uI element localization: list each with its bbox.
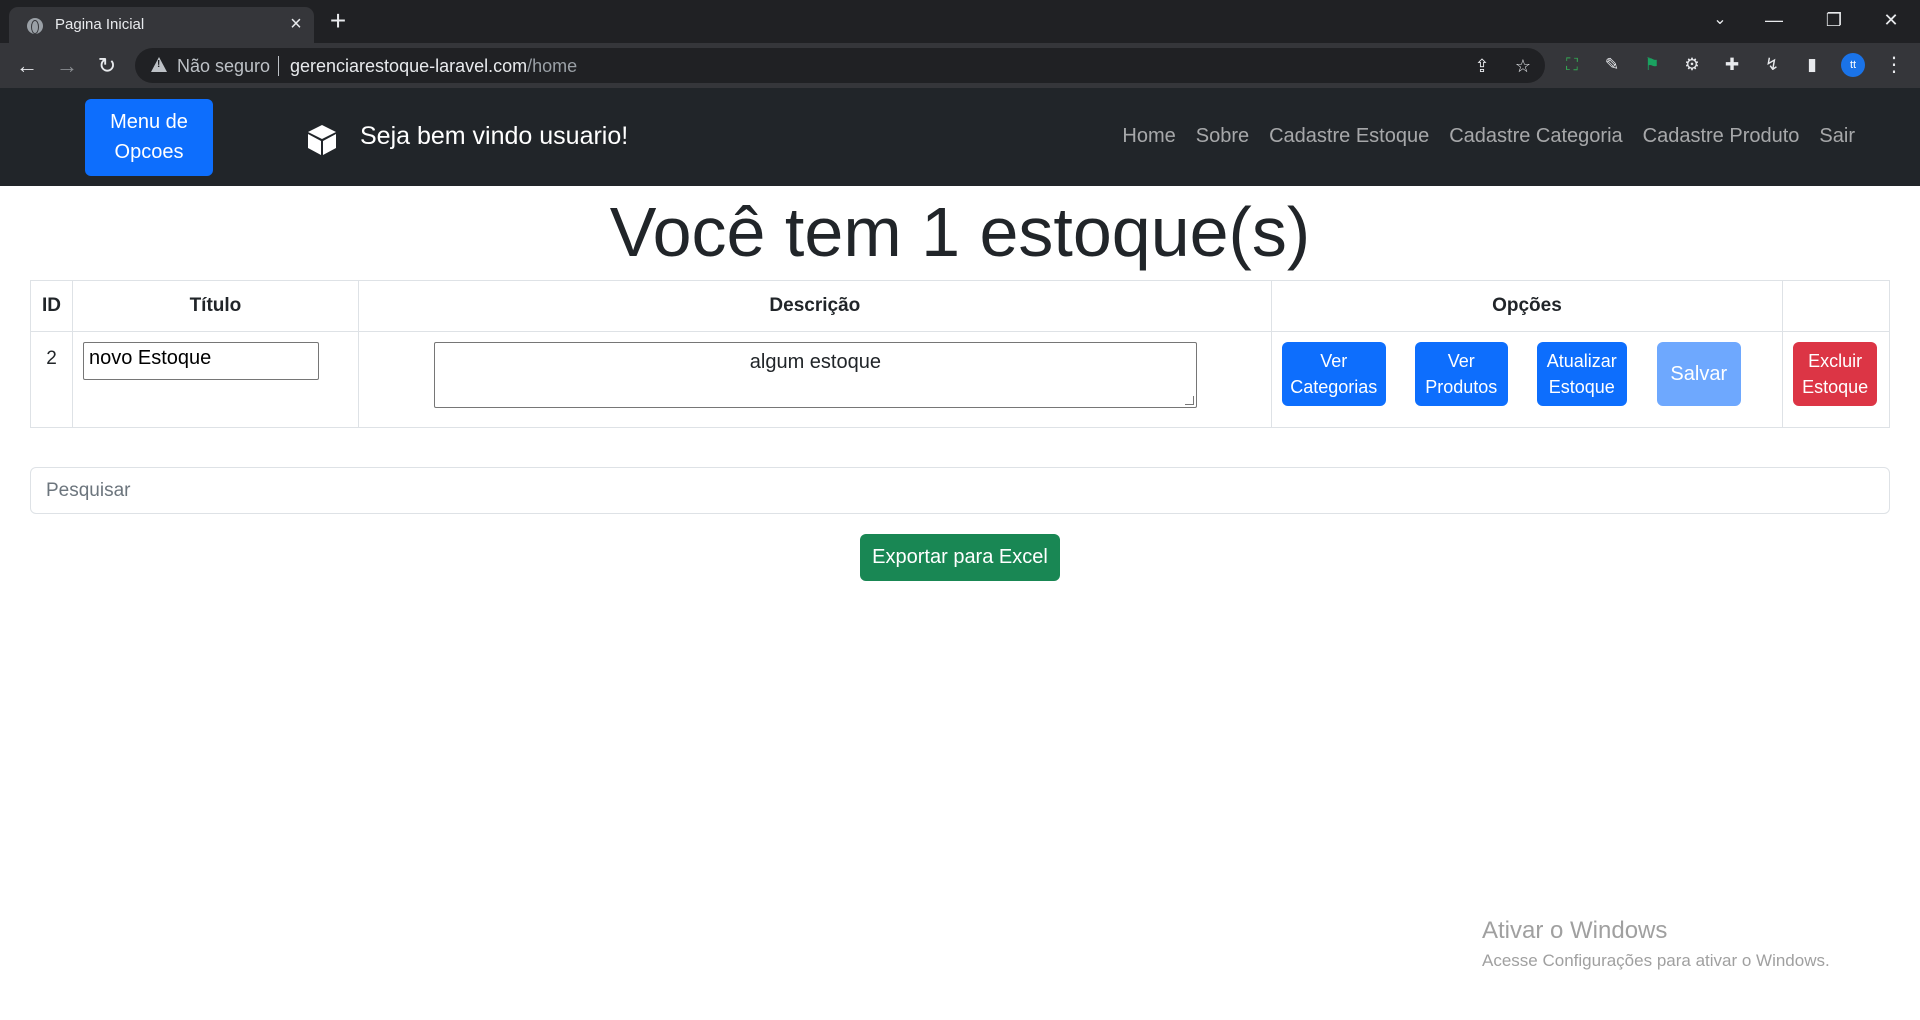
delete-stock-button[interactable]: Excluir Estoque — [1793, 342, 1878, 406]
cell-title: novo Estoque — [71, 331, 359, 428]
header-options: Opções — [1270, 280, 1784, 332]
stock-table: ID Título Descrição Opções 2 novo Estoqu… — [30, 280, 1890, 428]
cell-options: Ver Categorias Ver Produtos Atualizar Es… — [1270, 331, 1784, 428]
browser-toolbar: ← → ↻ Não seguro gerenciarestoque-larave… — [0, 43, 1920, 88]
search-input[interactable]: Pesquisar — [30, 467, 1890, 514]
url-path: /home — [527, 56, 578, 76]
sync-extension-icon[interactable]: ↯ — [1761, 54, 1783, 76]
nav-link-cadastre-categoria[interactable]: Cadastre Categoria — [1449, 125, 1622, 148]
header-title: Título — [71, 280, 359, 332]
browser-tab[interactable]: Pagina Inicial × — [9, 7, 314, 43]
screenshot-extension-icon[interactable]: ⛶ — [1561, 54, 1583, 76]
view-products-button[interactable]: Ver Produtos — [1414, 342, 1508, 406]
side-panel-icon[interactable]: ▮ — [1801, 54, 1823, 76]
page-title: Você tem 1 estoque(s) — [609, 193, 1311, 271]
nav-links: Home Sobre Cadastre Estoque Cadastre Cat… — [1122, 125, 1855, 148]
box-icon — [308, 125, 336, 155]
pen-extension-icon[interactable]: ✎ — [1601, 54, 1623, 76]
windows-watermark-subtitle: Acesse Configurações para ativar o Windo… — [1482, 951, 1830, 970]
nav-link-sair[interactable]: Sair — [1819, 125, 1855, 148]
tab-search-icon[interactable]: ⌄ — [1700, 4, 1740, 36]
windows-watermark-title: Ativar o Windows — [1482, 917, 1668, 944]
header-id: ID — [30, 280, 73, 332]
minimize-button[interactable]: — — [1754, 4, 1794, 36]
title-input[interactable]: novo Estoque — [82, 342, 319, 380]
close-window-button[interactable]: ✕ — [1871, 4, 1911, 36]
gear-extension-icon[interactable]: ⚙ — [1681, 54, 1703, 76]
update-stock-button[interactable]: Atualizar Estoque — [1536, 342, 1627, 406]
tab-title: Pagina Inicial — [55, 16, 145, 33]
menu-options-button[interactable]: Menu de Opcoes — [85, 99, 213, 176]
header-empty — [1782, 280, 1890, 332]
share-icon[interactable]: ⇪ — [1471, 55, 1493, 77]
kebab-menu-icon[interactable]: ⋮ — [1883, 54, 1905, 76]
warning-icon — [151, 57, 167, 72]
welcome-text: Seja bem vindo usuario! — [360, 122, 629, 150]
save-button[interactable]: Salvar — [1656, 342, 1741, 406]
globe-icon — [27, 18, 43, 34]
cell-delete: Excluir Estoque — [1782, 331, 1890, 428]
cell-id: 2 — [30, 331, 73, 428]
description-textarea[interactable]: algum estoque — [433, 342, 1197, 408]
security-label[interactable]: Não seguro — [177, 56, 270, 77]
reload-button[interactable]: ↻ — [92, 51, 122, 81]
bookmark-star-icon[interactable]: ☆ — [1512, 55, 1534, 77]
nav-link-cadastre-produto[interactable]: Cadastre Produto — [1643, 125, 1800, 148]
export-excel-button[interactable]: Exportar para Excel — [860, 534, 1060, 581]
url-host: gerenciarestoque-laravel.com — [290, 56, 528, 76]
header-description: Descrição — [357, 280, 1272, 332]
cell-description: algum estoque — [357, 331, 1272, 428]
restore-button[interactable]: ❐ — [1814, 4, 1854, 36]
profile-avatar[interactable]: tt — [1841, 53, 1865, 77]
app-navbar: Menu de Opcoes Seja bem vindo usuario! H… — [0, 88, 1920, 186]
address-bar[interactable]: Não seguro gerenciarestoque-laravel.com/… — [135, 48, 1545, 83]
table-header-row: ID Título Descrição Opções — [30, 280, 1890, 332]
nav-link-home[interactable]: Home — [1122, 125, 1175, 148]
table-row: 2 novo Estoque algum estoque Ver Categor… — [30, 331, 1890, 428]
forward-button[interactable]: → — [52, 51, 82, 81]
nav-link-sobre[interactable]: Sobre — [1196, 125, 1249, 148]
url-text[interactable]: gerenciarestoque-laravel.com/home — [290, 56, 577, 77]
back-button[interactable]: ← — [12, 51, 42, 81]
close-tab-icon[interactable]: × — [284, 12, 308, 36]
view-categories-button[interactable]: Ver Categorias — [1281, 342, 1386, 406]
separator — [278, 56, 279, 76]
browser-tabbar: Pagina Inicial × + ⌄ — ❐ ✕ — [0, 0, 1920, 43]
puzzle-extensions-icon[interactable]: ✚ — [1721, 54, 1743, 76]
bird-extension-icon[interactable]: ⚑ — [1641, 54, 1663, 76]
nav-link-cadastre-estoque[interactable]: Cadastre Estoque — [1269, 125, 1429, 148]
new-tab-button[interactable]: + — [324, 7, 352, 36]
